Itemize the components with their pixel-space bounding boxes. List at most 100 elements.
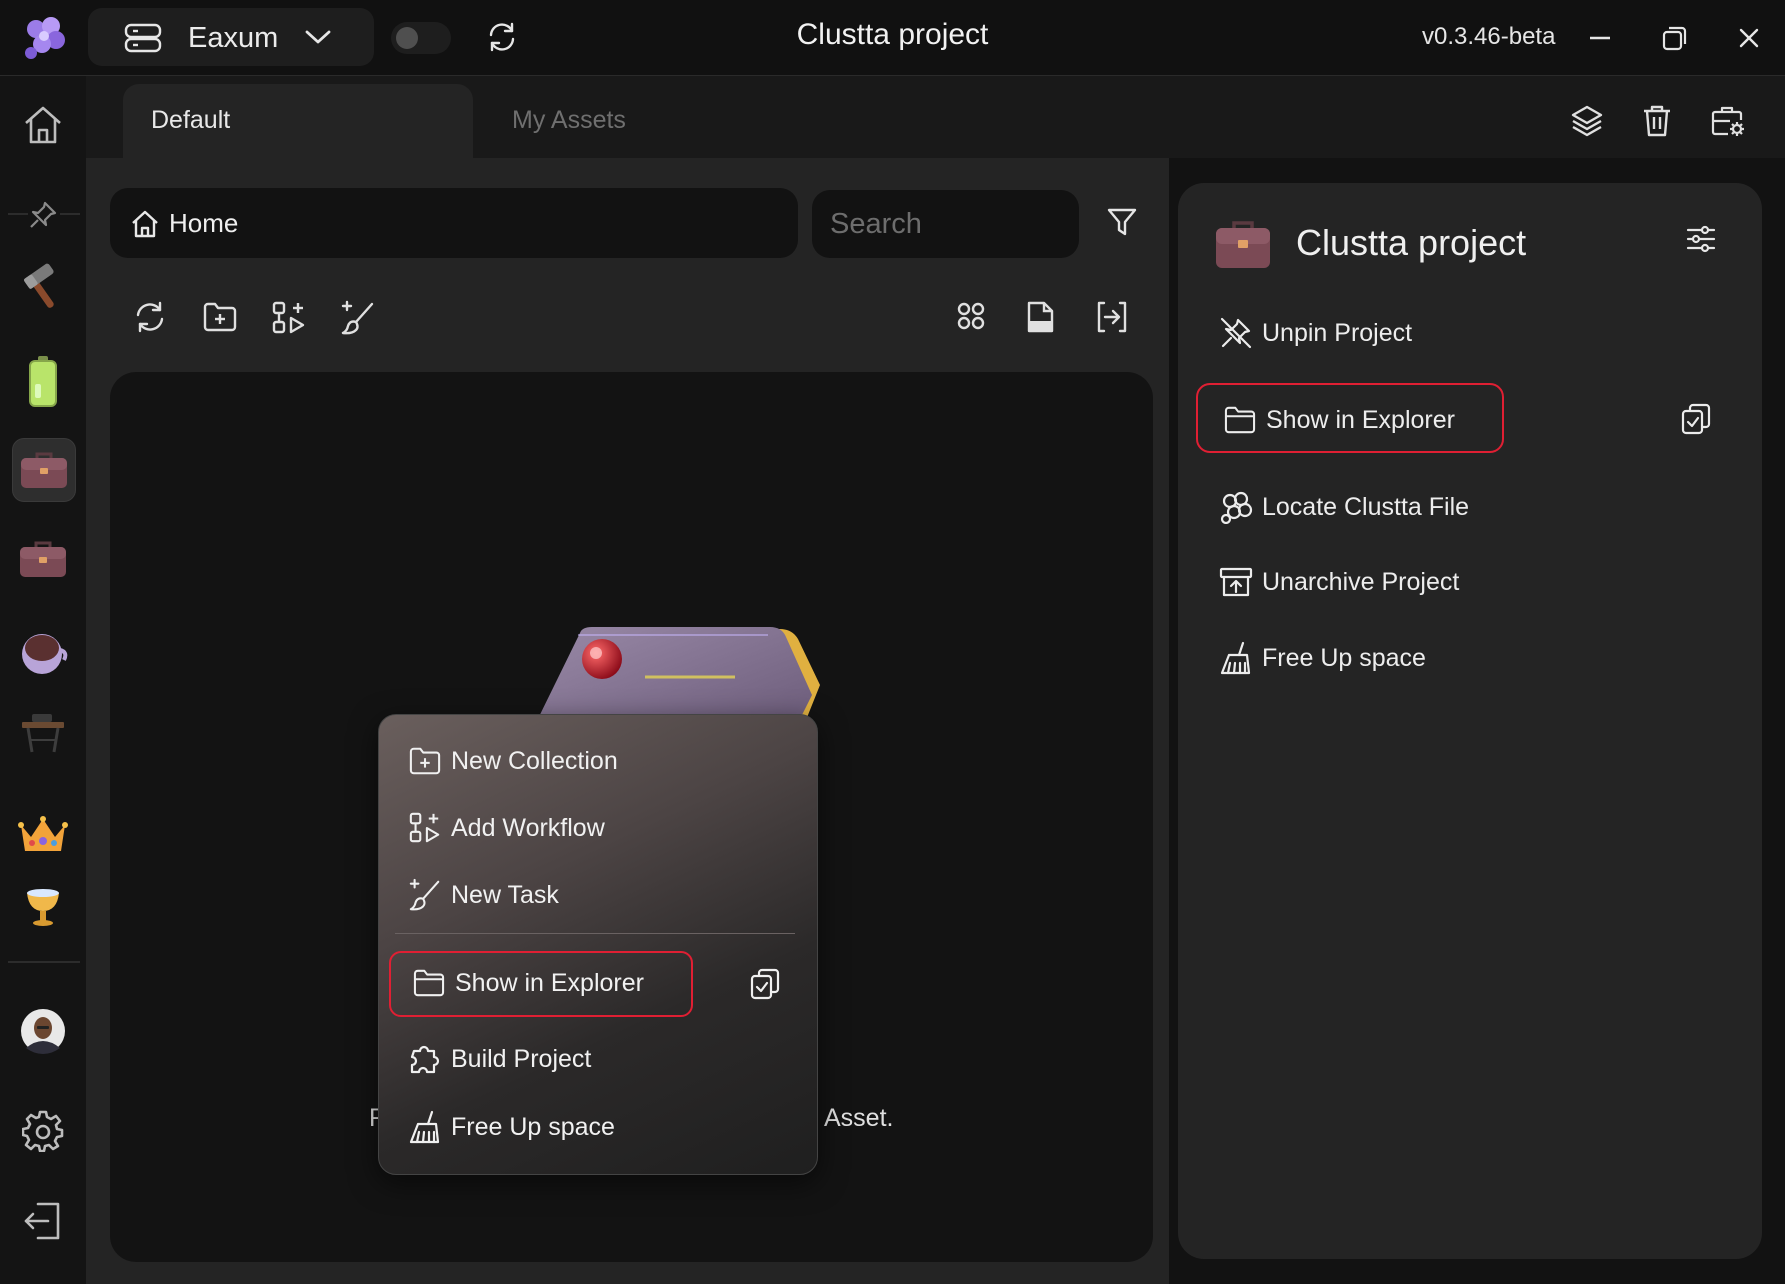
bracket-arrow-icon	[1097, 301, 1127, 333]
sidebar-item-battery[interactable]	[12, 350, 74, 412]
sidebar-logout[interactable]	[12, 1190, 74, 1252]
sidebar-item-sewing-machine[interactable]	[12, 702, 74, 764]
copy-path-button[interactable]	[749, 967, 781, 1001]
project-settings-button[interactable]	[1710, 104, 1746, 138]
breadcrumb-home[interactable]: Home	[169, 208, 238, 239]
panel-item-label: Free Up space	[1262, 643, 1426, 672]
menu-item-free-up-space[interactable]: Free Up space	[407, 1107, 615, 1147]
workflow-icon	[272, 301, 305, 334]
sidebar-user-avatar[interactable]	[12, 1000, 74, 1062]
avatar	[21, 1009, 65, 1054]
briefcase-icon	[21, 452, 67, 488]
menu-item-label: Show in Explorer	[455, 968, 644, 997]
folder-icon	[411, 965, 447, 1001]
workspace-selector[interactable]: Eaxum	[88, 8, 374, 66]
logout-icon	[24, 1202, 60, 1240]
brush-icon	[341, 300, 374, 335]
grid-view-button[interactable]	[955, 300, 987, 332]
brush-icon	[407, 877, 443, 913]
sidebar-item-project[interactable]	[12, 528, 74, 590]
add-workflow-button[interactable]	[271, 300, 307, 336]
trash-icon	[1644, 105, 1670, 137]
file-icon	[1027, 301, 1054, 333]
maximize-button[interactable]	[1657, 20, 1693, 56]
panel-item-show-in-explorer[interactable]: Show in Explorer	[1222, 399, 1455, 441]
menu-item-label: New Task	[451, 880, 559, 909]
sidebar-item-coffee[interactable]	[12, 620, 74, 682]
breadcrumb[interactable]: Home	[110, 188, 798, 258]
panel-item-label: Show in Explorer	[1266, 405, 1455, 434]
crown-icon	[18, 816, 68, 851]
sidebar-pin[interactable]	[12, 184, 74, 246]
tab-default[interactable]: Default	[123, 84, 473, 158]
broom-icon	[1218, 640, 1254, 676]
toggle-knob	[396, 27, 418, 49]
panel-item-label: Unpin Project	[1262, 318, 1413, 347]
menu-item-label: Build Project	[451, 1044, 592, 1073]
refresh-button[interactable]	[133, 300, 167, 334]
online-toggle[interactable]	[391, 22, 451, 54]
clustta-outline-icon	[1218, 489, 1254, 525]
minimize-button[interactable]	[1582, 20, 1618, 56]
sync-button[interactable]	[486, 21, 518, 53]
home-icon	[25, 106, 61, 144]
panel-item-unarchive-project[interactable]: Unarchive Project	[1218, 561, 1459, 603]
tab-my-assets[interactable]: My Assets	[512, 106, 626, 135]
home-icon	[130, 209, 160, 239]
refresh-icon	[136, 301, 164, 333]
project-title: Clustta project	[1296, 222, 1527, 263]
layers-button[interactable]	[1570, 104, 1604, 138]
clipboard-copy-icon	[1681, 403, 1711, 435]
panel-settings-button[interactable]	[1686, 224, 1716, 254]
search-input[interactable]	[812, 190, 1079, 258]
briefcase-icon	[20, 541, 66, 577]
sewing-table-icon	[22, 714, 64, 753]
menu-item-label: Add Workflow	[451, 813, 605, 842]
trash-button[interactable]	[1641, 104, 1673, 138]
panel-item-unpin-project[interactable]: Unpin Project	[1218, 312, 1412, 354]
sidebar-settings[interactable]	[12, 1100, 74, 1162]
close-button[interactable]	[1731, 20, 1767, 56]
menu-item-new-task[interactable]: New Task	[407, 875, 559, 915]
hammer-icon	[24, 263, 54, 308]
grid-icon	[957, 302, 985, 330]
version-label: v0.3.46-beta	[1422, 23, 1556, 50]
project-briefcase-icon	[1214, 218, 1272, 270]
briefcase-gear-icon	[1711, 106, 1744, 136]
folder-plus-icon	[407, 743, 443, 779]
copy-path-button[interactable]	[1680, 402, 1712, 436]
sidebar-item-project-active[interactable]	[12, 438, 76, 502]
panel-item-free-up-space[interactable]: Free Up space	[1218, 637, 1426, 679]
sliders-icon	[1686, 225, 1716, 253]
sidebar-item-hammer[interactable]	[12, 256, 74, 318]
pin-icon	[30, 201, 57, 228]
panel-item-label: Locate Clustta File	[1262, 492, 1470, 521]
server-drive-icon	[124, 23, 162, 53]
menu-item-build-project[interactable]: Build Project	[407, 1039, 591, 1079]
panel-item-locate-clustta-file[interactable]: Locate Clustta File	[1218, 486, 1469, 528]
sidebar-item-crown[interactable]	[12, 804, 74, 866]
file-view-button[interactable]	[1025, 300, 1055, 334]
menu-item-label: Free Up space	[451, 1112, 615, 1141]
menu-item-show-in-explorer[interactable]: Show in Explorer	[411, 963, 644, 1003]
filter-button[interactable]	[1106, 206, 1138, 238]
sidebar-divider	[8, 961, 80, 963]
panel-item-label: Unarchive Project	[1262, 567, 1460, 596]
workflow-icon	[407, 810, 443, 846]
new-task-button[interactable]	[340, 300, 376, 336]
panel-toggle-button[interactable]	[1095, 300, 1129, 334]
filter-icon	[1107, 208, 1137, 236]
menu-item-label: New Collection	[451, 746, 618, 775]
sidebar-item-home[interactable]	[12, 94, 74, 156]
title-bar: Eaxum Clustta project v0.3.46-beta	[0, 0, 1785, 76]
context-menu: New Collection Add Workflow New Task Sho…	[378, 714, 818, 1175]
search-box[interactable]	[812, 190, 1079, 258]
menu-item-add-workflow[interactable]: Add Workflow	[407, 808, 605, 848]
new-collection-button[interactable]	[202, 300, 238, 334]
battery-icon	[29, 356, 57, 407]
folder-icon	[1222, 402, 1258, 438]
gear-icon	[22, 1110, 64, 1152]
menu-item-new-collection[interactable]: New Collection	[407, 741, 618, 781]
sidebar-item-goblet[interactable]	[12, 876, 74, 938]
clustta-logo-icon	[20, 14, 68, 60]
